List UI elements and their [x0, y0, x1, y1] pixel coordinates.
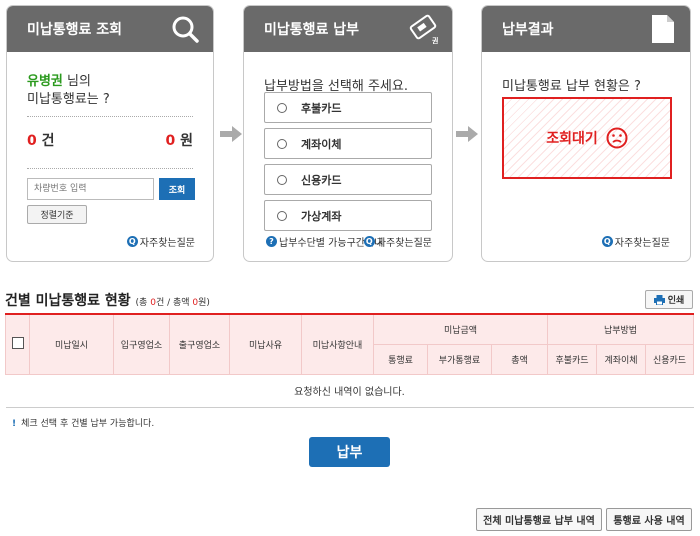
result-panel-title: 납부결과 — [502, 22, 554, 38]
name-suffix: 님의 — [62, 74, 91, 89]
question-icon: Q — [363, 236, 375, 247]
all-payment-history-button[interactable]: 전체 미납통행료 납부 내역 — [476, 508, 602, 531]
payment-option[interactable]: 가상계좌 — [264, 200, 432, 231]
question-icon: Q — [601, 236, 613, 247]
sort-standard-button[interactable]: 정렬기준 — [27, 205, 87, 224]
column-header: 계좌이체 — [596, 343, 646, 375]
print-button[interactable]: 인쇄 — [645, 290, 693, 309]
column-header: 입구영업소 — [113, 313, 170, 375]
column-group-header: 납부방법 — [547, 313, 694, 345]
pay-button[interactable]: 납부 — [309, 437, 390, 467]
sad-face-icon — [606, 127, 628, 149]
exclamation-icon: ! — [12, 419, 17, 429]
radio-button[interactable] — [277, 174, 287, 185]
user-name: 유병권 — [27, 74, 63, 89]
column-header: 미납사유 — [229, 313, 302, 375]
unpaid-count: 0 건 — [27, 133, 55, 149]
radio-button[interactable] — [277, 102, 287, 113]
document-icon — [652, 15, 674, 43]
help-icon: ? — [266, 236, 277, 247]
radio-button[interactable] — [277, 138, 287, 149]
question-icon: Q — [126, 236, 138, 247]
svg-text:권: 권 — [432, 36, 438, 44]
divider — [27, 168, 193, 169]
column-header: 신용카드 — [645, 343, 694, 375]
column-header: 총액 — [491, 343, 548, 375]
result-status: 조회대기 — [546, 131, 598, 147]
payment-option[interactable]: 계좌이체 — [264, 128, 432, 159]
unpaid-table: 미납일시 입구영업소 출구영업소 미납사유 미납사항안내 미납금액 납부방법 통… — [5, 313, 694, 408]
table-note: ! 체크 선택 후 건별 납부 가능합니다. — [12, 419, 155, 429]
inquiry-panel-title: 미납통행료 조회 — [27, 22, 123, 38]
column-header: 후불카드 — [547, 343, 597, 375]
ticket-icon: 권 — [409, 14, 438, 44]
toll-usage-history-button[interactable]: 통행료 사용 내역 — [606, 508, 692, 531]
select-all-checkbox[interactable] — [11, 336, 24, 349]
search-icon[interactable] — [171, 15, 199, 43]
unpaid-summary: 0 건 0 원 — [27, 130, 193, 150]
column-header: 통행료 — [373, 343, 428, 375]
unpaid-question: 미납통행료는 ? — [27, 92, 110, 107]
result-panel: 납부결과 미납통행료 납부 현황은 ? 조회대기 Q 자주찾는질문 — [481, 5, 691, 262]
faq-link[interactable]: Q 자주찾는질문 — [126, 234, 195, 249]
printer-icon — [653, 294, 665, 305]
unpaid-greeting: 유병권 님의 미납통행료는 ? — [27, 73, 110, 109]
column-header: 출구영업소 — [169, 313, 230, 375]
payment-panel-title: 미납통행료 납부 — [264, 22, 360, 38]
payment-panel-header: 미납통행료 납부 권 — [244, 6, 452, 52]
column-group-header: 미납금액 — [373, 313, 548, 345]
empty-message: 요청하신 내역이 없습니다. — [5, 374, 694, 408]
payment-panel: 미납통행료 납부 권 납부방법을 선택해 주세요. 후불카드 계좌이체 신용카드… — [243, 5, 453, 262]
payment-option[interactable]: 신용카드 — [264, 164, 432, 195]
car-number-input[interactable] — [27, 178, 154, 200]
result-status-box: 조회대기 — [502, 97, 672, 179]
result-panel-header: 납부결과 — [482, 6, 690, 52]
column-header: 미납사항안내 — [301, 313, 374, 375]
section-title: 건별 미납통행료 현황 (총 0건 / 총액 0원) — [5, 293, 210, 309]
payment-option[interactable]: 후불카드 — [264, 92, 432, 123]
arrow-right-icon — [220, 126, 242, 142]
inquiry-search-button[interactable]: 조회 — [159, 178, 195, 200]
radio-button[interactable] — [277, 210, 287, 221]
faq-link[interactable]: Q 자주찾는질문 — [601, 234, 670, 249]
column-header: 미납일시 — [29, 313, 114, 375]
arrow-right-icon — [456, 126, 478, 142]
result-prompt: 미납통행료 납부 현황은 ? — [502, 79, 641, 94]
section-summary: (총 0건 / 총액 0원) — [135, 298, 210, 308]
column-header: 부가통행료 — [427, 343, 492, 375]
faq-link[interactable]: Q 자주찾는질문 — [363, 234, 432, 249]
divider — [27, 116, 193, 117]
inquiry-panel: 미납통행료 조회 유병권 님의 미납통행료는 ? 0 건 0 원 조회 정렬기준… — [6, 5, 214, 262]
inquiry-panel-header: 미납통행료 조회 — [7, 6, 213, 52]
select-all-header — [5, 313, 30, 375]
unpaid-amount: 0 원 — [165, 133, 193, 149]
